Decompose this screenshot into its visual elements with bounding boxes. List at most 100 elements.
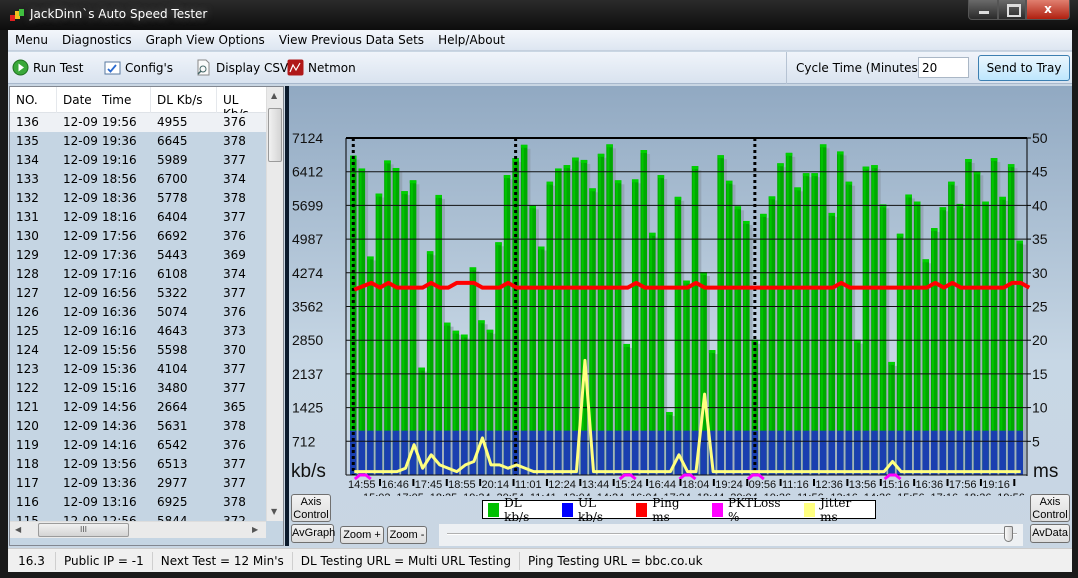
list-row[interactable]: 130 12-09 17:56 6692 376 — [10, 227, 266, 246]
list-row[interactable]: 134 12-09 19:16 5989 377 — [10, 151, 266, 170]
x-tick-label-bottom: 15:02 — [363, 492, 391, 496]
dl-bar-top — [606, 144, 613, 148]
dl-bar-top — [939, 207, 947, 211]
slider-thumb[interactable] — [1004, 526, 1013, 542]
list-row[interactable]: 136 12-09 19:56 4955 376 — [10, 113, 266, 132]
scroll-down-arrow-icon[interactable]: ▼ — [271, 507, 277, 516]
row-ul: 376 — [223, 229, 246, 243]
scroll-up-arrow-icon[interactable]: ▲ — [271, 91, 277, 100]
list-row[interactable]: 121 12-09 14:56 2664 365 — [10, 398, 266, 417]
dl-bar-top — [520, 144, 528, 148]
list-row[interactable]: 117 12-09 13:36 2977 377 — [10, 474, 266, 493]
menu-help-about[interactable]: Help/About — [431, 30, 512, 50]
axis-control-left-button[interactable]: Axis Control — [291, 494, 331, 522]
row-time: 18:56 — [102, 172, 137, 186]
dl-bar-top — [990, 158, 998, 162]
legend-item-ul: UL kb/s — [561, 496, 618, 524]
list-row[interactable]: 129 12-09 17:36 5443 369 — [10, 246, 266, 265]
close-button[interactable]: x — [1026, 0, 1070, 20]
row-time: 14:56 — [102, 400, 137, 414]
scroll-left-arrow-icon[interactable]: ◀ — [15, 525, 21, 534]
list-row[interactable]: 125 12-09 16:16 4643 373 — [10, 322, 266, 341]
maximize-button[interactable] — [998, 0, 1026, 20]
column-header-time[interactable]: Time — [102, 93, 131, 107]
zoom-out-button[interactable]: Zoom - — [387, 526, 427, 544]
column-divider[interactable] — [56, 87, 57, 113]
dl-bar — [597, 153, 605, 475]
dl-bar — [1007, 164, 1015, 475]
menu-menu[interactable]: Menu — [8, 30, 55, 50]
y-tick-right: 25 — [1032, 299, 1048, 315]
column-divider[interactable] — [216, 87, 217, 113]
axis-control-right-button[interactable]: Axis Control — [1030, 494, 1070, 522]
ul-bar — [563, 430, 571, 475]
list-row[interactable]: 118 12-09 13:56 6513 377 — [10, 455, 266, 474]
row-no: 122 — [16, 381, 39, 395]
list-row[interactable]: 123 12-09 15:36 4104 377 — [10, 360, 266, 379]
menu-view-previous-data-sets[interactable]: View Previous Data Sets — [272, 30, 431, 50]
menu-diagnostics[interactable]: Diagnostics — [55, 30, 139, 50]
row-date: 12-09 — [63, 115, 98, 129]
ul-bar — [743, 430, 750, 475]
menu-graph-view-options[interactable]: Graph View Options — [139, 30, 272, 50]
dl-bar-highlight — [504, 178, 507, 475]
dl-bar-top — [478, 320, 485, 324]
ul-bar — [435, 430, 442, 475]
column-header-dl[interactable]: DL Kb/s — [157, 93, 203, 107]
row-dl: 5778 — [157, 191, 188, 205]
dl-bar-top — [845, 181, 853, 185]
horizontal-scrollbar[interactable]: ◀ III ▶ — [10, 521, 266, 538]
configs-button[interactable]: Config's — [104, 59, 173, 76]
column-header-date[interactable]: Date — [63, 93, 92, 107]
dl-bar-top — [614, 180, 622, 184]
dl-bar — [973, 171, 981, 475]
column-divider[interactable] — [150, 87, 151, 113]
dl-bar-highlight — [786, 155, 789, 475]
send-to-tray-button[interactable]: Send to Tray — [978, 55, 1070, 81]
row-dl: 4955 — [157, 115, 188, 129]
list-row[interactable]: 126 12-09 16:36 5074 376 — [10, 303, 266, 322]
ul-bar — [931, 430, 938, 475]
dl-bar-highlight — [521, 147, 524, 476]
y-tick-right: 50 — [1032, 130, 1048, 146]
minimize-button[interactable] — [968, 0, 998, 20]
list-row[interactable]: 127 12-09 16:56 5322 377 — [10, 284, 266, 303]
list-row[interactable]: 122 12-09 15:16 3480 377 — [10, 379, 266, 398]
list-row[interactable]: 135 12-09 19:36 6645 378 — [10, 132, 266, 151]
row-ul: 377 — [223, 381, 246, 395]
list-row[interactable]: 128 12-09 17:16 6108 374 — [10, 265, 266, 284]
avgraph-button[interactable]: AvGraph — [291, 524, 335, 543]
list-row[interactable]: 133 12-09 18:56 6700 374 — [10, 170, 266, 189]
y-tick-left: 5699 — [292, 197, 323, 213]
horizontal-scroll-thumb[interactable]: III — [38, 523, 129, 537]
display-csv-button[interactable]: Display CSV — [195, 59, 288, 76]
row-date: 12-09 — [63, 134, 98, 148]
list-row[interactable]: 119 12-09 14:16 6542 376 — [10, 436, 266, 455]
run-test-button[interactable]: Run Test — [12, 59, 83, 76]
list-row[interactable]: 131 12-09 18:16 6404 377 — [10, 208, 266, 227]
avdata-button[interactable]: AvData — [1030, 524, 1070, 543]
row-ul: 373 — [223, 324, 246, 338]
list-row[interactable]: 116 12-09 13:16 6925 378 — [10, 493, 266, 512]
ul-bar — [529, 430, 536, 475]
ul-bar — [990, 430, 998, 475]
dl-bar-top — [717, 155, 724, 159]
list-row[interactable]: 132 12-09 18:36 5778 378 — [10, 189, 266, 208]
scroll-right-arrow-icon[interactable]: ▶ — [252, 525, 258, 534]
list-row[interactable]: 124 12-09 15:56 5598 370 — [10, 341, 266, 360]
zoom-slider[interactable] — [439, 524, 1023, 546]
vertical-scrollbar[interactable]: ▲ ▼ — [266, 87, 283, 521]
netmon-button[interactable]: Netmon — [287, 59, 356, 76]
play-icon — [12, 59, 29, 76]
legend-swatch — [804, 502, 816, 517]
list-row[interactable]: 120 12-09 14:36 5631 378 — [10, 417, 266, 436]
dl-bar-top — [785, 152, 793, 156]
vertical-scroll-thumb[interactable] — [268, 108, 282, 162]
column-header-no[interactable]: NO. — [16, 93, 38, 107]
ul-bar — [982, 430, 989, 475]
cycle-time-input[interactable] — [918, 57, 969, 78]
zoom-in-button[interactable]: Zoom + — [340, 526, 384, 544]
dl-bar-top — [768, 196, 776, 200]
y-tick-right: 35 — [1032, 231, 1048, 247]
y-tick-right: 15 — [1032, 366, 1048, 382]
